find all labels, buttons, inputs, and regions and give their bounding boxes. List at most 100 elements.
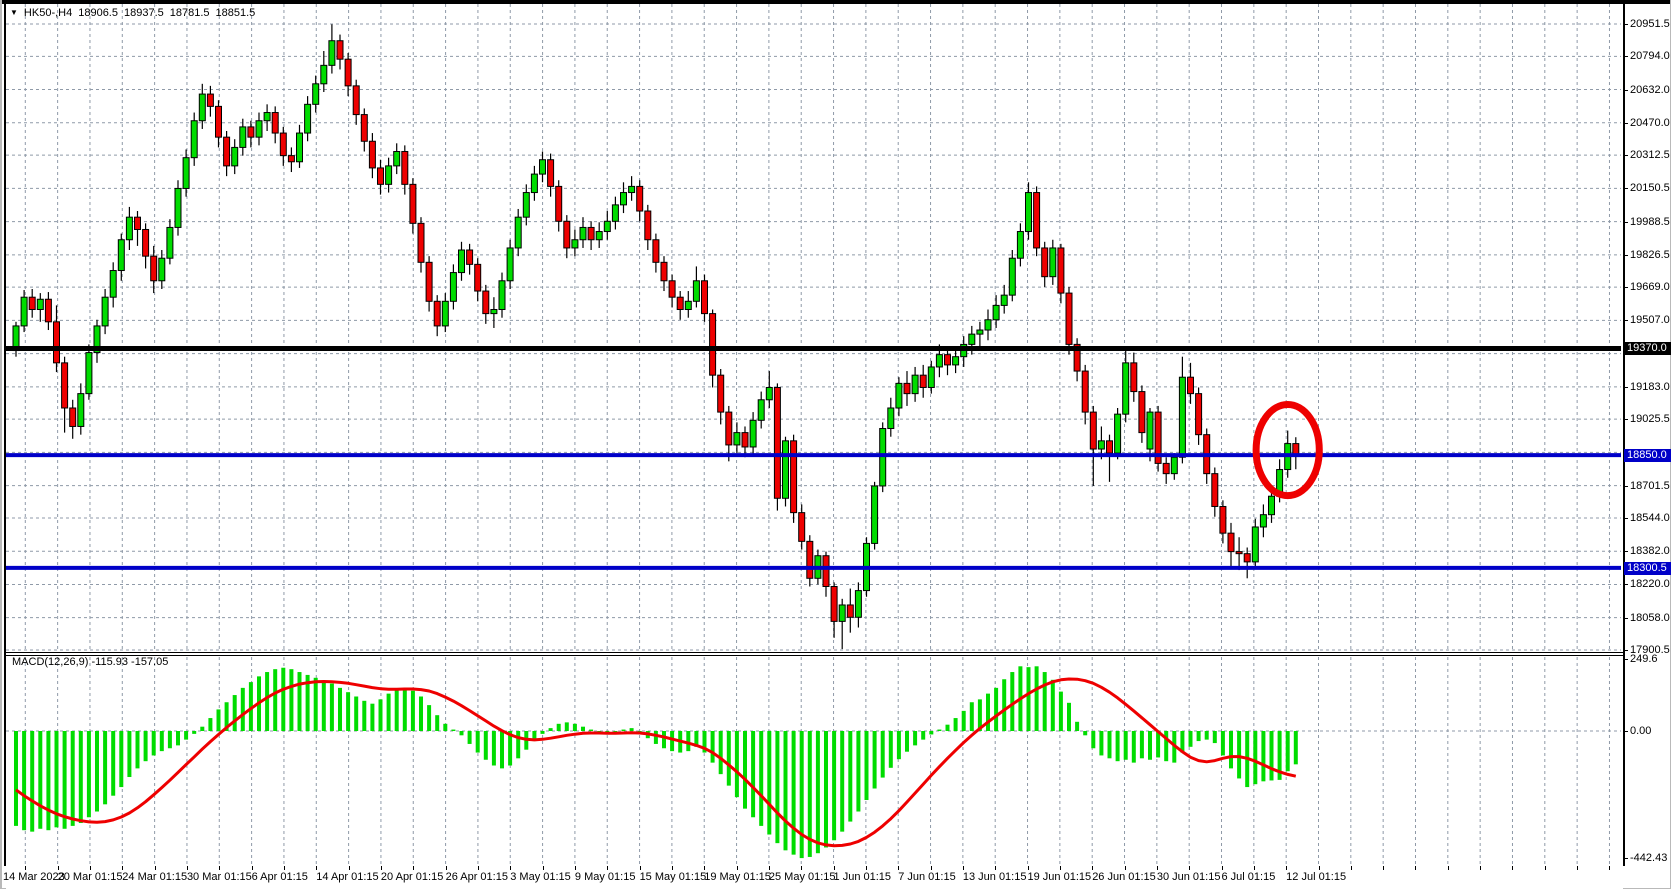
bear-candle bbox=[741, 432, 749, 448]
bear-candle bbox=[1106, 440, 1113, 454]
bull-candle bbox=[1114, 413, 1122, 454]
bull-candle bbox=[231, 146, 239, 167]
bear-candle bbox=[1227, 532, 1235, 553]
macd-histogram-bar bbox=[556, 723, 561, 731]
time-axis-tick bbox=[801, 866, 803, 870]
price-axis-label: 18382.0 bbox=[1630, 545, 1670, 558]
bull-candle bbox=[887, 407, 895, 430]
bull-candle bbox=[328, 40, 336, 66]
bear-candle bbox=[822, 555, 830, 587]
price-axis-label: 18701.5 bbox=[1630, 479, 1670, 492]
macd-histogram-bar bbox=[775, 731, 780, 844]
price-axis-label: 20794.0 bbox=[1630, 50, 1670, 63]
macd-histogram-bar bbox=[921, 731, 926, 740]
bear-candle bbox=[1162, 462, 1170, 475]
bull-candle bbox=[117, 239, 125, 272]
candlestick-chart-canvas[interactable] bbox=[6, 4, 1621, 652]
time-axis-tick bbox=[283, 866, 285, 870]
bull-candle bbox=[1008, 257, 1016, 296]
macd-histogram-bar bbox=[840, 731, 845, 832]
bear-candle bbox=[336, 40, 344, 60]
bull-candle bbox=[692, 280, 700, 302]
macd-histogram-bar bbox=[572, 723, 577, 731]
bear-candle bbox=[409, 183, 417, 224]
price-axis-tick bbox=[1623, 24, 1628, 25]
macd-axis-tick bbox=[1623, 858, 1628, 860]
bull-candle bbox=[952, 356, 960, 366]
macd-histogram-bar bbox=[653, 731, 658, 744]
macd-histogram-bar bbox=[378, 699, 383, 731]
bear-candle bbox=[1219, 505, 1227, 534]
bear-candle bbox=[401, 151, 409, 185]
bull-candle bbox=[935, 354, 943, 368]
time-axis-tick bbox=[1350, 866, 1352, 870]
bull-candle bbox=[782, 440, 789, 499]
bear-candle bbox=[903, 382, 911, 395]
macd-histogram-bar bbox=[394, 689, 399, 731]
time-axis-tick bbox=[1189, 866, 1191, 870]
bear-candle bbox=[279, 132, 287, 157]
time-axis-tick bbox=[1447, 866, 1449, 870]
time-axis-label: 15 May 01:15 bbox=[639, 871, 707, 883]
price-axis-label: 18220.0 bbox=[1630, 578, 1670, 591]
bull-candle bbox=[85, 352, 93, 395]
bull-candle bbox=[441, 300, 449, 327]
bear-candle bbox=[806, 540, 814, 579]
macd-axis-tick bbox=[1623, 731, 1628, 732]
panel-separator-line[interactable] bbox=[6, 652, 1623, 653]
time-axis-label: 14 Apr 01:15 bbox=[316, 871, 379, 883]
macd-histogram-bar bbox=[1285, 731, 1290, 772]
symbol-dropdown-icon[interactable]: ▼ bbox=[10, 8, 18, 18]
time-axis-label: 9 May 01:15 bbox=[574, 871, 636, 883]
macd-histogram-bar bbox=[232, 695, 237, 731]
bull-candle bbox=[530, 173, 538, 194]
bear-candle bbox=[668, 280, 676, 298]
macd-axis-label: 0.00 bbox=[1630, 725, 1652, 737]
bear-candle bbox=[425, 261, 433, 302]
bull-candle bbox=[854, 590, 862, 618]
time-axis-tick bbox=[251, 866, 253, 870]
macd-histogram-bar bbox=[913, 731, 918, 746]
macd-histogram-bar bbox=[953, 718, 958, 731]
price-axis-tick bbox=[1623, 617, 1628, 619]
macd-histogram-bar bbox=[281, 667, 286, 731]
time-axis-tick bbox=[477, 866, 479, 870]
bull-candle bbox=[190, 120, 198, 159]
time-axis-label: 1 Jun 01:15 bbox=[833, 871, 892, 883]
time-axis-tick bbox=[1124, 866, 1126, 870]
bull-candle bbox=[182, 157, 190, 189]
time-axis-tick bbox=[1156, 866, 1158, 870]
macd-histogram-bar bbox=[240, 687, 245, 731]
bear-candle bbox=[150, 255, 158, 282]
bear-candle bbox=[660, 261, 668, 282]
bear-candle bbox=[28, 296, 36, 311]
bear-candle bbox=[1089, 411, 1097, 450]
bull-candle bbox=[166, 226, 174, 259]
bull-candle bbox=[603, 220, 611, 233]
chart-title: ▼ HK50-,H4 18906.5 18937.5 18781.5 18851… bbox=[10, 7, 255, 19]
price-axis-label: 20951.5 bbox=[1630, 18, 1670, 30]
macd-histogram-bar bbox=[896, 731, 901, 760]
macd-histogram-bar bbox=[1107, 731, 1112, 759]
macd-histogram-bar bbox=[726, 731, 731, 786]
time-axis-tick bbox=[1027, 866, 1029, 870]
macd-histogram-bar bbox=[62, 731, 67, 829]
macd-histogram-bar bbox=[1026, 667, 1031, 731]
bull-candle bbox=[514, 216, 522, 249]
time-axis-tick bbox=[186, 866, 188, 870]
support-price-tag: 18850.0 bbox=[1624, 449, 1671, 463]
time-axis-tick bbox=[122, 866, 124, 870]
bull-candle bbox=[1025, 192, 1032, 233]
price-axis-tick bbox=[1623, 155, 1628, 157]
macd-indicator-canvas[interactable] bbox=[6, 657, 1621, 866]
macd-histogram-bar bbox=[111, 731, 116, 796]
ohlc-high: 18937.5 bbox=[123, 7, 164, 19]
macd-histogram-bar bbox=[500, 731, 504, 769]
macd-histogram-bar bbox=[1269, 731, 1274, 781]
bear-candle bbox=[587, 226, 595, 241]
time-axis-tick bbox=[1221, 866, 1223, 870]
time-axis-tick bbox=[89, 866, 91, 870]
macd-histogram-bar bbox=[1237, 731, 1242, 779]
time-axis-tick bbox=[671, 866, 673, 870]
bear-candle bbox=[944, 354, 951, 366]
